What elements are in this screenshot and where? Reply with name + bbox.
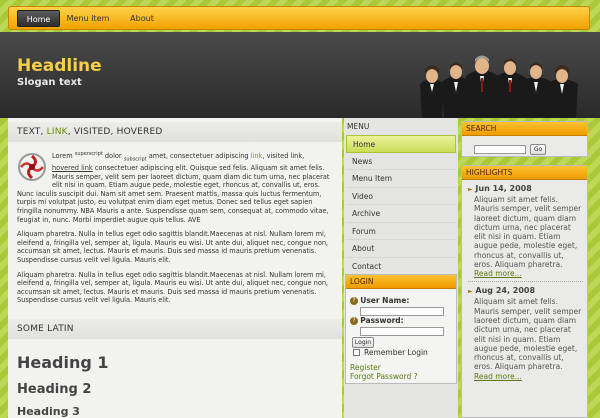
menu-item-about[interactable]: About [346,240,456,258]
date-triangle-icon: ► [468,288,473,296]
nav-item-menu-item[interactable]: Menu Item [65,10,111,27]
menu-item-menu-item[interactable]: Menu Item [346,170,456,188]
password-label-row: ? Password: [350,316,404,325]
menu-item-archive[interactable]: Archive [346,205,456,223]
heading-3: Heading 3 [17,405,80,418]
hovered-link[interactable]: hovered link [52,164,93,172]
login-button[interactable]: Login [352,337,374,348]
logo-swirl-icon [18,153,46,181]
nav-item-home[interactable]: Home [17,10,60,27]
intro-paragraph: Lorem superscript dolor subscript amet, … [8,150,342,224]
highlights-box: HIGHLIGHTS ► Jun 14, 2008 Aliquam sit am… [461,165,588,418]
right-column: SEARCH Go HIGHLIGHTS ► Jun 14, 2008 Aliq… [460,118,590,418]
menu-item-forum[interactable]: Forum [346,223,456,240]
remember-login-checkbox[interactable] [353,349,360,356]
text-run: , [302,152,305,161]
login-box: LOGIN ? User Name: ? Password: Login Rem… [345,274,457,384]
read-more-link[interactable]: Read more... [462,269,587,278]
user-name-input[interactable] [360,307,444,316]
text-run: consectetuer adipiscing elit. Quisque se… [17,164,330,224]
text-run: dolor [102,152,124,161]
login-title: LOGIN [346,275,456,289]
section-title-text-link: TEXT, LINK, VISITED, HOVERED [8,122,342,142]
highlight-text: Aliquam sit amet felis. Mauris semper, v… [474,195,582,270]
search-box: SEARCH Go [461,121,588,157]
highlight-item: ► Jun 14, 2008 Aliquam sit amet felis. M… [462,180,587,278]
paragraph-2: Aliquam pharetra. Nulla in tellus eget o… [17,230,329,265]
text-run: amet, consectetuer adipiscing [146,152,251,161]
highlight-item: ► Aug 24, 2008 Aliquam sit amet felis. M… [462,282,587,380]
highlights-title: HIGHLIGHTS [462,166,587,180]
user-name-label-row: ? User Name: [350,296,409,305]
register-link[interactable]: Register [350,363,381,372]
search-go-button[interactable]: Go [530,144,546,155]
remember-login-label: Remember Login [364,348,428,357]
paragraph-3: Aliquam pharetra. Nulla in tellus eget o… [17,270,329,305]
heading-2: Heading 2 [17,382,92,397]
subscript-text: subscript [123,156,147,163]
date-triangle-icon: ► [468,186,473,193]
highlight-date-row: ► Aug 24, 2008 [462,282,587,295]
heading-1: Heading 1 [17,353,109,372]
top-nav-bar: Home Menu Item About [8,6,590,30]
user-name-label: User Name: [360,296,410,305]
menu-item-video[interactable]: Video [346,188,456,205]
highlight-date: Jun 14, 2008 [475,184,532,193]
highlight-text: Aliquam sit amet felis. Mauris semper, v… [474,297,582,372]
person-figures [420,55,578,118]
section-title-text: TEXT, [17,127,47,137]
visited-link[interactable]: visited link [267,152,303,160]
menu-title: MENU [347,122,370,131]
site-slogan: Slogan text [17,77,82,88]
question-icon: ? [350,317,358,325]
read-more-link[interactable]: Read more... [462,372,587,381]
search-title: SEARCH [462,122,587,136]
highlight-date: Aug 24, 2008 [475,286,536,296]
main-content: TEXT, LINK, VISITED, HOVERED Lorem super… [8,118,342,418]
site-header: Headline Slogan text [0,32,600,118]
section-title-rest: , VISITED, HOVERED [67,127,163,137]
forgot-password-link[interactable]: Forgot Password ? [350,372,418,381]
inline-link[interactable]: link [251,152,263,160]
menu-item-news[interactable]: News [346,153,456,170]
section-title-some-latin: SOME LATIN [8,319,342,339]
section-title-link[interactable]: LINK [47,127,68,137]
nav-item-about[interactable]: About [126,10,158,27]
password-input[interactable] [360,327,444,336]
highlight-date-row: ► Jun 14, 2008 [462,180,587,193]
question-icon: ? [350,297,358,305]
site-headline: Headline [17,56,102,76]
password-label: Password: [360,316,404,325]
superscript-text: superscript [74,151,103,157]
search-input[interactable] [474,145,526,154]
text-run: Lorem [52,152,75,161]
menu-item-contact[interactable]: Contact [346,258,456,275]
menu-list: Home News Menu Item Video Archive Forum … [344,135,458,275]
business-team-image [420,55,578,118]
menu-item-home[interactable]: Home [346,135,456,153]
